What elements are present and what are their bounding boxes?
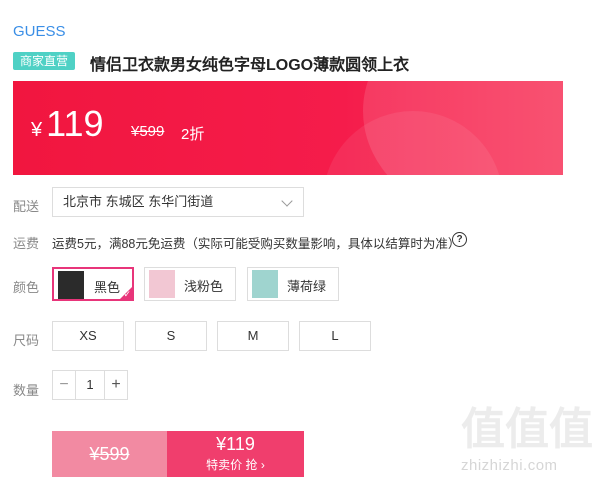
size-option-xs[interactable]: XS bbox=[52, 321, 124, 351]
product-thumbnail bbox=[149, 270, 175, 298]
current-price: ¥119 bbox=[31, 103, 104, 145]
chevron-down-icon bbox=[281, 195, 293, 207]
watermark-text: zhizhizhi.com bbox=[461, 457, 558, 474]
color-option-label: 薄荷绿 bbox=[287, 279, 327, 294]
merchant-direct-badge: 商家直营 bbox=[13, 52, 76, 70]
buy-action-label: 特卖价 抢 › bbox=[206, 458, 265, 472]
delivery-address-select[interactable]: 北京市 东城区 东华门街道 bbox=[52, 187, 304, 217]
color-option-light-pink[interactable]: 浅粉色 bbox=[144, 267, 236, 301]
help-icon[interactable]: ? bbox=[452, 232, 467, 247]
quantity-stepper: − 1 + bbox=[52, 370, 128, 400]
color-option-label: 浅粉色 bbox=[184, 279, 224, 294]
decrease-button[interactable]: − bbox=[53, 371, 76, 399]
shipping-label: 运费 bbox=[13, 236, 40, 251]
brand-name[interactable]: GUESS bbox=[13, 23, 66, 40]
color-option-mint-green[interactable]: 薄荷绿 bbox=[247, 267, 339, 301]
delivery-address-value: 北京市 东城区 东华门街道 bbox=[63, 194, 214, 209]
checkmark-icon: ✓ bbox=[123, 289, 131, 299]
color-option-label: 黑色 bbox=[94, 280, 121, 295]
increase-button[interactable]: + bbox=[104, 371, 127, 399]
current-price-value: 119 bbox=[46, 103, 104, 144]
quantity-value[interactable]: 1 bbox=[75, 371, 105, 399]
product-thumbnail bbox=[58, 271, 84, 299]
original-price: ¥599 bbox=[131, 123, 165, 140]
product-title: 情侣卫衣款男女纯色字母LOGO薄款圆领上衣 bbox=[90, 57, 410, 74]
size-option-l[interactable]: L bbox=[299, 321, 371, 351]
product-thumbnail bbox=[252, 270, 278, 298]
size-option-s[interactable]: S bbox=[135, 321, 207, 351]
price-banner: ¥119 ¥599 2折 bbox=[13, 81, 563, 175]
quantity-label: 数量 bbox=[13, 383, 40, 398]
buy-price: ¥119 bbox=[216, 434, 255, 454]
watermark-logo: 值值值 bbox=[461, 405, 593, 454]
size-label: 尺码 bbox=[13, 333, 40, 348]
shipping-info: 运费5元，满88元免运费（实际可能受购买数量影响，具体以结算时为准） bbox=[52, 237, 461, 251]
buy-now-button[interactable]: ¥119 特卖价 抢 › bbox=[167, 431, 304, 477]
discount-label: 2折 bbox=[181, 126, 205, 143]
original-price-button[interactable]: ¥599 bbox=[52, 431, 167, 477]
color-option-black[interactable]: 黑色 ✓ bbox=[52, 267, 134, 301]
site-watermark: 值值值 zhizhizhi.com bbox=[461, 405, 611, 491]
color-label: 颜色 bbox=[13, 280, 40, 295]
delivery-label: 配送 bbox=[13, 199, 40, 214]
size-option-m[interactable]: M bbox=[217, 321, 289, 351]
currency-symbol: ¥ bbox=[31, 119, 43, 141]
